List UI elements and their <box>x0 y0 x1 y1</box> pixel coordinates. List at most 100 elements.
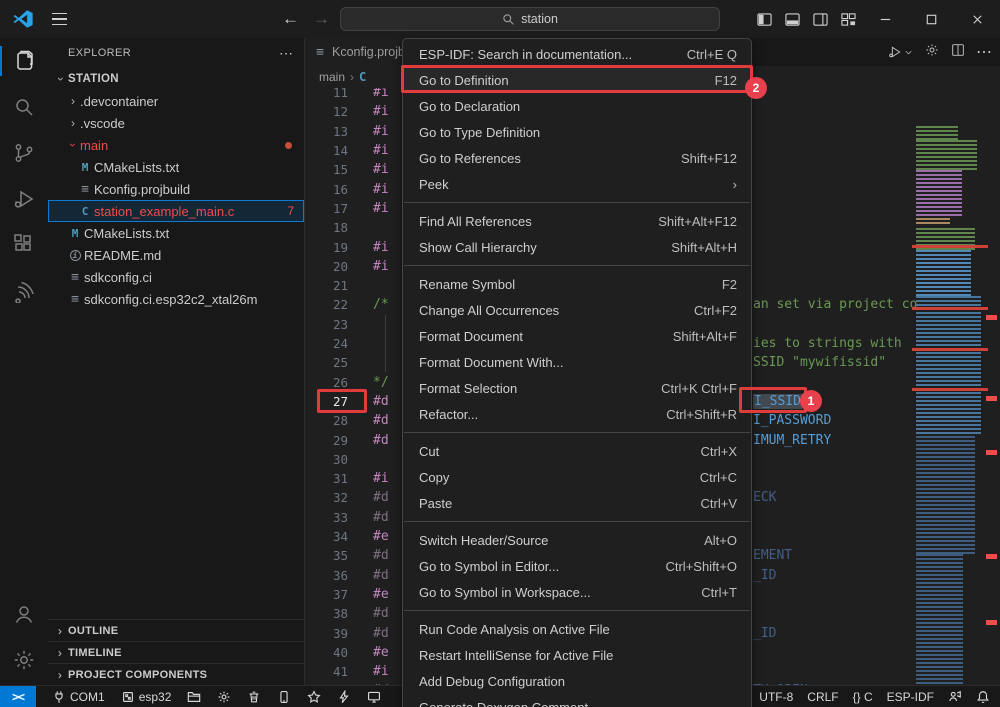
sidebar-section-project-components[interactable]: ›PROJECT COMPONENTS <box>48 663 304 685</box>
status-trash-icon[interactable] <box>247 690 261 704</box>
tree-item-cmakelists-txt[interactable]: MCMakeLists.txt <box>48 222 304 244</box>
overview-error-mark <box>986 450 997 455</box>
code-text: #d <box>373 626 389 641</box>
toggle-secondary-sidebar-icon[interactable] <box>806 0 834 38</box>
menu-item-find-all-references[interactable]: Find All ReferencesShift+Alt+F12 <box>403 208 751 234</box>
tree-item-station-example-main-c[interactable]: Cstation_example_main.c7 <box>48 200 304 222</box>
customize-layout-icon[interactable] <box>834 0 862 38</box>
status-utf-8[interactable]: UTF-8 <box>759 690 793 704</box>
menu-item-rename-symbol[interactable]: Rename SymbolF2 <box>403 271 751 297</box>
menu-item-go-to-symbol-in-editor[interactable]: Go to Symbol in Editor...Ctrl+Shift+O <box>403 553 751 579</box>
minimize-button[interactable] <box>862 0 908 38</box>
folder-chevron-icon: › <box>66 138 80 152</box>
menu-item-switch-header-source[interactable]: Switch Header/SourceAlt+O <box>403 527 751 553</box>
remote-indicator[interactable]: >< <box>0 686 36 707</box>
status-esp32[interactable]: esp32 <box>121 690 172 704</box>
status-bell-icon[interactable] <box>976 690 990 704</box>
search-icon[interactable] <box>0 84 48 130</box>
minimap-code-block <box>916 436 975 554</box>
tree-item--devcontainer[interactable]: ›.devcontainer <box>48 90 304 112</box>
menu-separator <box>404 202 750 203</box>
menu-item-go-to-references[interactable]: Go to ReferencesShift+F12 <box>403 145 751 171</box>
sidebar-section-timeline[interactable]: ›TIMELINE <box>48 641 304 663</box>
nav-back-button[interactable]: ← <box>282 9 299 29</box>
minimap[interactable] <box>912 88 988 685</box>
explorer-more-actions-icon[interactable]: ⋯ <box>279 45 294 62</box>
menu-item-esp-idf-search-in-documentation[interactable]: ESP-IDF: Search in documentation...Ctrl+… <box>403 41 751 67</box>
menu-item-go-to-type-definition[interactable]: Go to Type Definition <box>403 119 751 145</box>
command-center-search[interactable]: station <box>340 7 720 31</box>
menu-item-change-all-occurrences[interactable]: Change All OccurrencesCtrl+F2 <box>403 297 751 323</box>
minimap-error-line <box>912 307 988 310</box>
menu-item-run-code-analysis-on-active-file[interactable]: Run Code Analysis on Active File <box>403 616 751 642</box>
menu-item-generate-doxygen-comment[interactable]: Generate Doxygen Comment <box>403 694 751 707</box>
workspace-root[interactable]: › STATION <box>48 68 304 90</box>
status-device-icon[interactable] <box>277 690 291 704</box>
menu-item-format-document-with[interactable]: Format Document With... <box>403 349 751 375</box>
status--c[interactable]: {} C <box>853 690 873 704</box>
menu-item-go-to-definition[interactable]: Go to DefinitionF12 <box>403 67 751 93</box>
toggle-panel-icon[interactable] <box>778 0 806 38</box>
code-text: #e <box>373 645 389 660</box>
run-debug-icon[interactable] <box>0 176 48 222</box>
run-or-debug-icon[interactable] <box>887 44 914 60</box>
overview-error-mark <box>986 554 997 559</box>
code-text: #i <box>373 664 389 679</box>
menu-item-cut[interactable]: CutCtrl+X <box>403 438 751 464</box>
close-button[interactable] <box>954 0 1000 38</box>
search-icon <box>502 13 515 26</box>
status-monitor-icon[interactable] <box>367 690 381 704</box>
sidebar-section-outline[interactable]: ›OUTLINE <box>48 619 304 641</box>
extensions-icon[interactable] <box>0 222 48 268</box>
tree-item-kconfig-projbuild[interactable]: ≡Kconfig.projbuild <box>48 178 304 200</box>
menu-item-format-document[interactable]: Format DocumentShift+Alt+F <box>403 323 751 349</box>
explorer-icon[interactable] <box>0 38 48 84</box>
menu-item-refactor[interactable]: Refactor...Ctrl+Shift+R <box>403 401 751 427</box>
account-icon[interactable] <box>0 591 48 637</box>
maximize-button[interactable] <box>908 0 954 38</box>
settings-gear-icon[interactable] <box>0 637 48 683</box>
editor-gear-icon[interactable] <box>924 42 940 63</box>
code-text: */ <box>373 375 389 390</box>
tree-item-sdkconfig-ci-esp32c2-xtal26m[interactable]: ≡sdkconfig.ci.esp32c2_xtal26m <box>48 288 304 310</box>
file-type-icon-list: ≡ <box>66 292 84 307</box>
status-star-icon[interactable] <box>307 690 321 704</box>
status-com1[interactable]: COM1 <box>52 690 105 704</box>
status-gear-icon[interactable] <box>217 690 231 704</box>
menu-item-peek[interactable]: Peek› <box>403 171 751 197</box>
menu-item-format-selection[interactable]: Format SelectionCtrl+K Ctrl+F <box>403 375 751 401</box>
menu-item-add-debug-configuration[interactable]: Add Debug Configuration <box>403 668 751 694</box>
section-chevron-icon: › <box>52 668 68 682</box>
tree-item-sdkconfig-ci[interactable]: ≡sdkconfig.ci <box>48 266 304 288</box>
menu-item-paste[interactable]: PasteCtrl+V <box>403 490 751 516</box>
tree-item--vscode[interactable]: ›.vscode <box>48 112 304 134</box>
minimap-code-block <box>916 554 963 685</box>
menu-item-go-to-symbol-in-workspace[interactable]: Go to Symbol in Workspace...Ctrl+T <box>403 579 751 605</box>
line-number: 23 <box>305 317 348 332</box>
tree-item-main[interactable]: ›main <box>48 134 304 156</box>
status-bolt-icon[interactable] <box>337 690 351 704</box>
status-esp-idf[interactable]: ESP-IDF <box>887 690 934 704</box>
code-text: /* <box>373 297 389 312</box>
toggle-primary-sidebar-icon[interactable] <box>750 0 778 38</box>
status-folder-icon[interactable] <box>187 690 201 704</box>
status-feedback-icon[interactable] <box>948 690 962 704</box>
split-editor-icon[interactable] <box>950 42 966 63</box>
status-crlf[interactable]: CRLF <box>807 690 838 704</box>
menu-item-restart-intellisense-for-active-file[interactable]: Restart IntelliSense for Active File <box>403 642 751 668</box>
hamburger-menu-icon[interactable] <box>52 13 67 26</box>
menu-item-go-to-declaration[interactable]: Go to Declaration <box>403 93 751 119</box>
editor-more-actions-icon[interactable]: ⋯ <box>976 42 992 62</box>
line-number: 39 <box>305 626 348 641</box>
menu-item-copy[interactable]: CopyCtrl+C <box>403 464 751 490</box>
source-control-icon[interactable] <box>0 130 48 176</box>
menu-item-show-call-hierarchy[interactable]: Show Call HierarchyShift+Alt+H <box>403 234 751 260</box>
espressif-idf-icon[interactable] <box>0 268 48 314</box>
tree-item-readme-md[interactable]: iREADME.md <box>48 244 304 266</box>
vscode-window: ← → station <box>0 0 1000 707</box>
nav-forward-button[interactable]: → <box>313 9 330 29</box>
minimap-code-block <box>916 140 977 170</box>
line-number: 31 <box>305 471 348 486</box>
code-text: #d <box>373 606 389 621</box>
tree-item-cmakelists-txt[interactable]: MCMakeLists.txt <box>48 156 304 178</box>
